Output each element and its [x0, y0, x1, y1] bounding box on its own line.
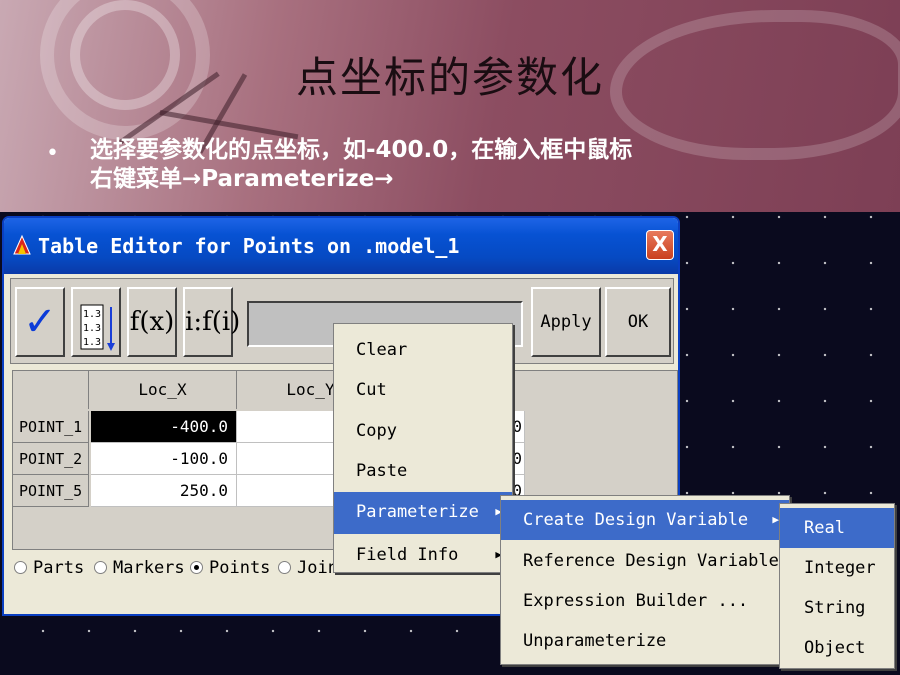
menu-item-cut[interactable]: Cut [334, 372, 512, 412]
menu-item-copy[interactable]: Copy [334, 412, 512, 452]
svg-text:1.3: 1.3 [83, 323, 101, 334]
radio-button-icon [278, 561, 291, 574]
checkmark-icon: ✓ [23, 299, 57, 345]
menu-item-create-design-variable[interactable]: Create Design Variable ▶ [501, 500, 789, 540]
svg-text:1.3: 1.3 [83, 309, 101, 320]
app-icon [13, 234, 31, 255]
ifx-icon: i:f(i) [185, 307, 241, 337]
menu-item-field-info[interactable]: Field Info ▶ [334, 536, 512, 576]
corner-header [13, 371, 89, 409]
cell-point-2-loc-x[interactable]: -100.0 [91, 443, 237, 475]
submenu-arrow-icon: ▶ [772, 513, 779, 526]
slide-title: 点坐标的参数化 [295, 53, 604, 102]
table-numbers-icon: 1.3 1.3 1.3 [73, 289, 119, 355]
bullet-line-2: 右键菜单→Parameterize→ [90, 166, 394, 192]
row-header-point-1[interactable]: POINT_1 [13, 411, 89, 443]
table-format-button[interactable]: 1.3 1.3 1.3 [71, 287, 121, 357]
window-titlebar[interactable]: Table Editor for Points on .model_1 X [4, 218, 678, 274]
menu-item-expression-builder[interactable]: Expression Builder ... [501, 582, 789, 622]
ok-button[interactable]: OK [605, 287, 671, 357]
radio-button-icon [14, 561, 27, 574]
context-menu: Clear Cut Copy Paste Parameterize ▶ Fiel… [333, 323, 513, 573]
svg-text:1.3: 1.3 [83, 337, 101, 348]
menu-item-label: Field Info [356, 545, 459, 565]
window-title: Table Editor for Points on .model_1 [38, 234, 460, 258]
row-header-point-5[interactable]: POINT_5 [13, 475, 89, 507]
menu-item-string[interactable]: String [780, 588, 894, 628]
menu-item-label: Parameterize [356, 502, 479, 522]
radio-button-icon [94, 561, 107, 574]
fx-icon: f(x) [129, 307, 175, 337]
menu-item-unparameterize[interactable]: Unparameterize [501, 622, 789, 662]
create-design-variable-submenu: Real Integer String Object [779, 503, 895, 669]
bullet-icon: • [46, 141, 59, 166]
menu-item-integer[interactable]: Integer [780, 548, 894, 588]
cell-point-1-loc-x[interactable]: -400.0 [91, 411, 237, 443]
apply-label: Apply [540, 312, 592, 332]
menu-item-parameterize[interactable]: Parameterize ▶ [334, 492, 512, 534]
radio-label: Markers [113, 558, 185, 578]
column-header-loc-x[interactable]: Loc_X [89, 371, 237, 409]
cell-point-5-loc-x[interactable]: 250.0 [91, 475, 237, 507]
menu-item-real[interactable]: Real [780, 508, 894, 548]
close-button[interactable]: X [646, 230, 674, 260]
radio-button-selected-icon [190, 561, 203, 574]
radio-label: Parts [33, 558, 85, 578]
ok-label: OK [627, 312, 649, 332]
radio-markers[interactable]: Markers [94, 558, 185, 578]
menu-item-object[interactable]: Object [780, 628, 894, 668]
radio-points[interactable]: Points [190, 558, 270, 578]
radio-label: Points [209, 558, 271, 578]
parameterize-submenu: Create Design Variable ▶ Reference Desig… [500, 495, 790, 665]
accept-check-button[interactable]: ✓ [15, 287, 65, 357]
apply-button[interactable]: Apply [531, 287, 601, 357]
menu-item-clear[interactable]: Clear [334, 332, 512, 372]
menu-item-paste[interactable]: Paste [334, 452, 512, 492]
table-numbers-icon-graphic: 1.3 1.3 1.3 [80, 304, 115, 351]
bullet-text: 选择要参数化的点坐标，如-400.0，在输入框中鼠标 右键菜单→Paramete… [90, 136, 810, 194]
radio-parts[interactable]: Parts [14, 558, 84, 578]
row-header-point-2[interactable]: POINT_2 [13, 443, 89, 475]
menu-item-label: Create Design Variable [523, 510, 749, 530]
menu-item-reference-design-variable[interactable]: Reference Design Variable [501, 542, 789, 582]
indexed-function-button[interactable]: i:f(i) [183, 287, 241, 357]
function-button[interactable]: f(x) [127, 287, 177, 357]
bullet-line-1: 选择要参数化的点坐标，如-400.0，在输入框中鼠标 [90, 137, 633, 163]
background-strut [159, 110, 299, 140]
